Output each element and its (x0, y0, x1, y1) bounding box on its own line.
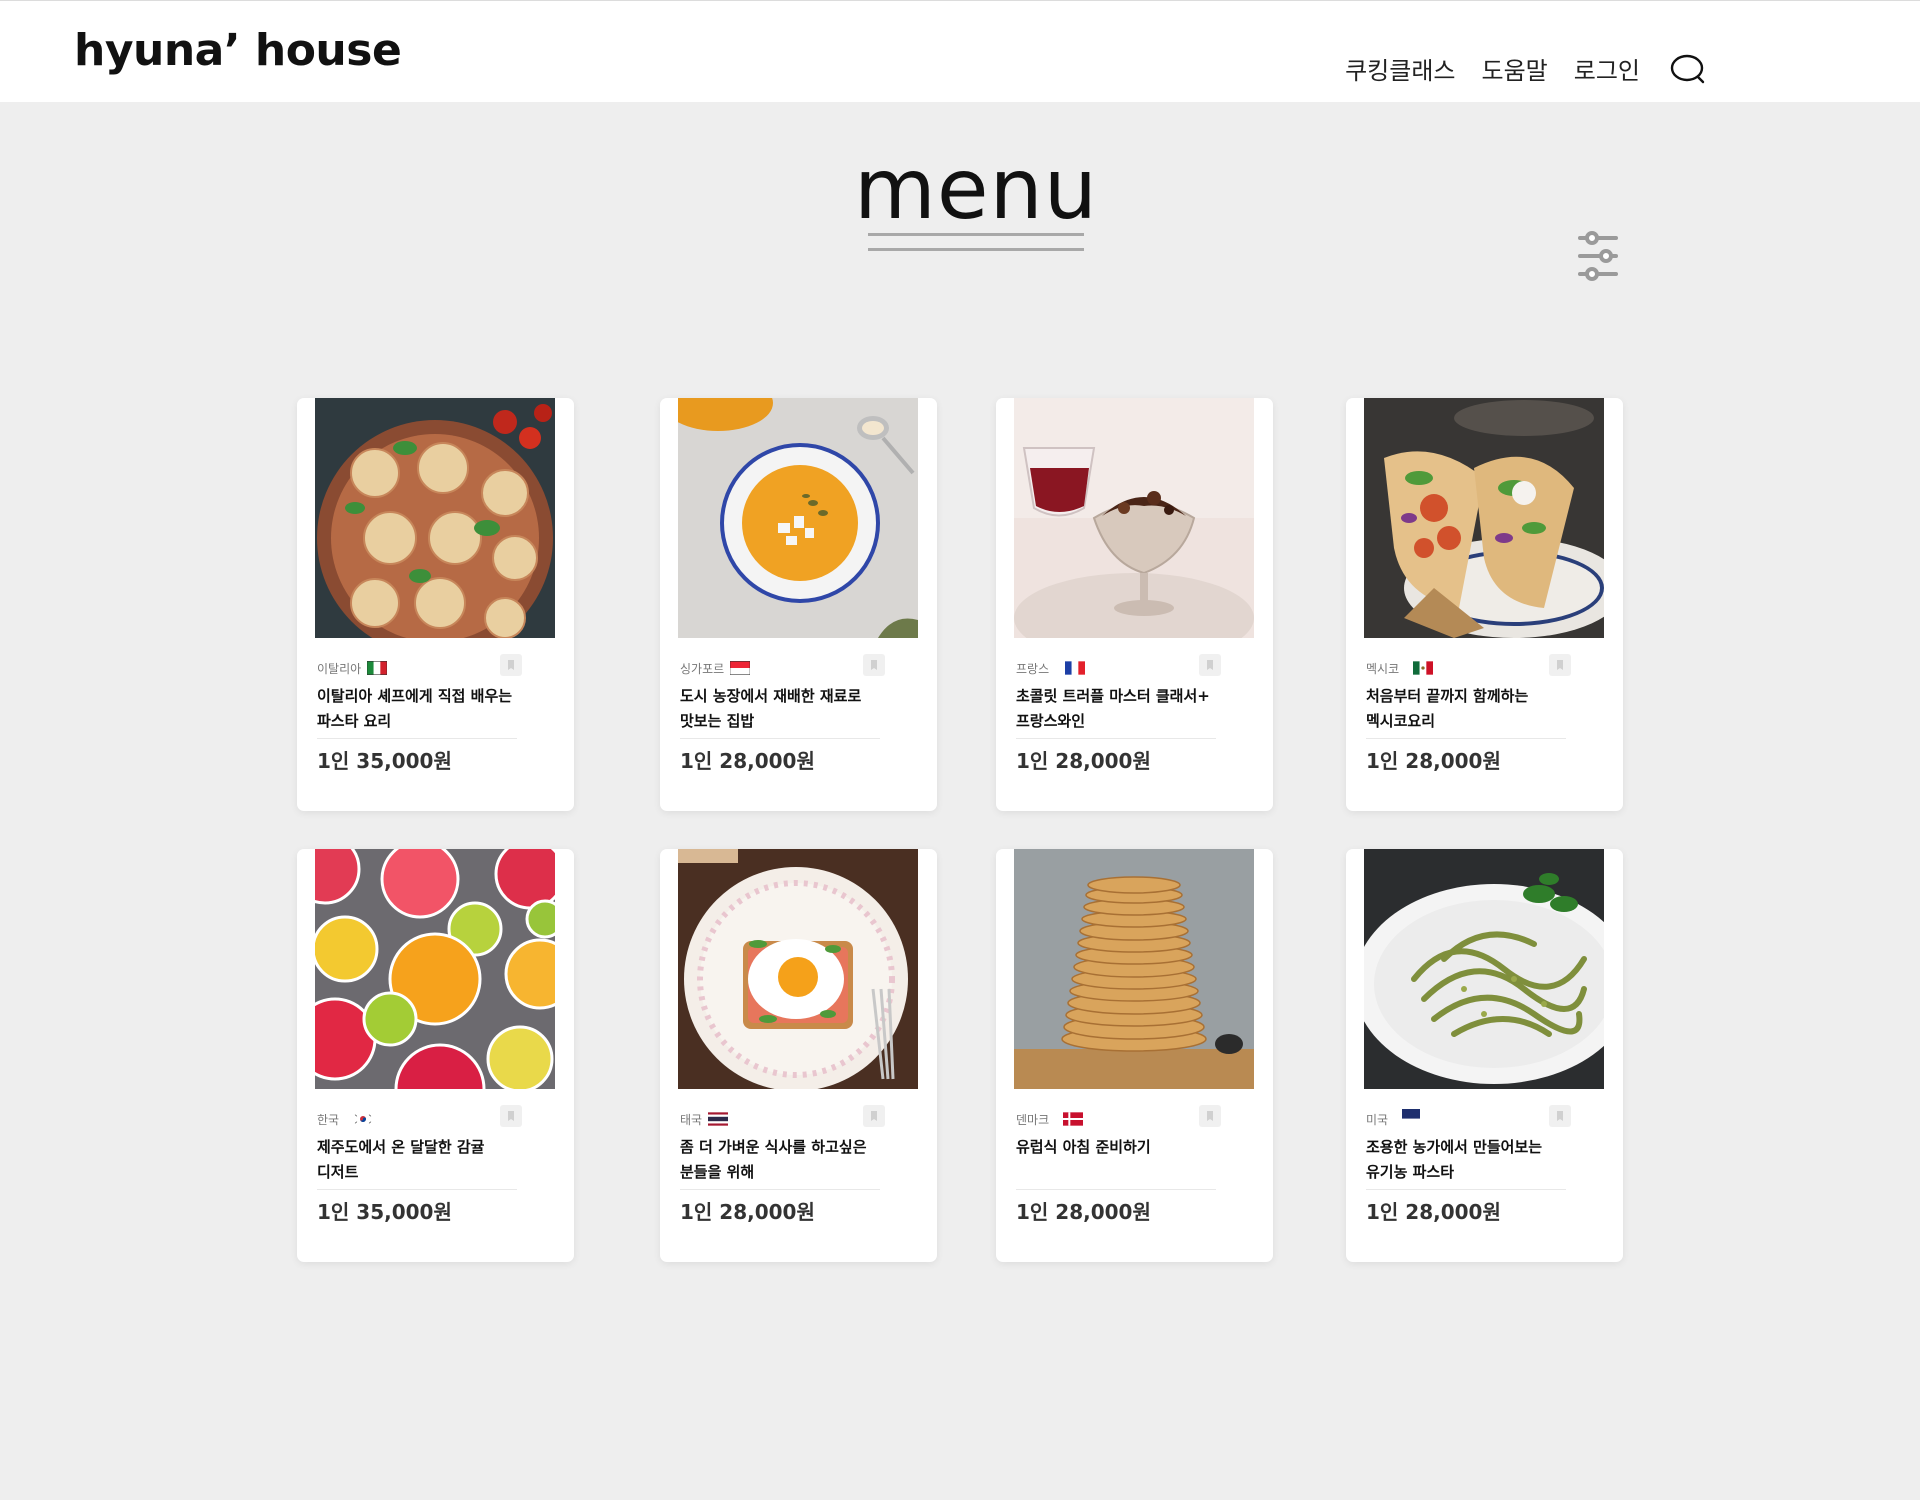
menu-card[interactable]: 프랑스 초콜릿 트러플 마스터 클래서+ 프랑스와인 1인 28,000원 (996, 398, 1273, 811)
card-meta: 한국 (317, 1107, 527, 1131)
card-divider (680, 738, 880, 739)
menu-card[interactable]: 이탈리아 이탈리아 셰프에게 직접 배우는 파스타 요리 1인 35,000원 (297, 398, 574, 811)
menu-card[interactable]: 덴마크 유럽식 아침 준비하기 1인 28,000원 (996, 849, 1273, 1262)
card-price: 1인 28,000원 (1016, 1200, 1151, 1224)
mexico-flag (1413, 661, 1434, 675)
menu-card[interactable]: 한국 제주도에서 온 달달한 감귤 디저트 1인 35,000원 (297, 849, 574, 1262)
menu-card[interactable]: 미국 조용한 농가에서 만들어보는 유기농 파스타 1인 28,000원 (1346, 849, 1623, 1262)
pesto-pasta-photo (1364, 849, 1604, 1089)
card-price: 1인 35,000원 (317, 1200, 452, 1224)
card-divider (1016, 1189, 1216, 1190)
menu-grid: 이탈리아 이탈리아 셰프에게 직접 배우는 파스타 요리 1인 35,000원 … (297, 398, 1624, 1262)
bookmark-icon[interactable] (500, 654, 522, 676)
nav-help[interactable]: 도움말 (1482, 51, 1548, 86)
bookmark-icon[interactable] (1199, 1105, 1221, 1127)
card-title: 처음부터 끝까지 함께하는 멕시코요리 (1366, 687, 1529, 730)
bookmark-icon[interactable] (1199, 654, 1221, 676)
country-label: 싱가포르 (680, 661, 725, 676)
search-icon[interactable] (1670, 52, 1706, 86)
menu-card[interactable]: 싱가포르 도시 농장에서 재배한 재료로 맛보는 집밥 1인 28,000원 (660, 398, 937, 811)
country-label: 멕시코 (1366, 661, 1400, 676)
card-price: 1인 35,000원 (317, 749, 452, 773)
card-meta: 태국 (680, 1107, 890, 1131)
card-title: 도시 농장에서 재배한 재료로 맛보는 집밥 (680, 687, 862, 730)
card-title: 이탈리아 셰프에게 직접 배우는 파스타 요리 (317, 687, 513, 730)
card-title: 초콜릿 트러플 마스터 클래서+ 프랑스와인 (1016, 687, 1210, 730)
country-label: 한국 (317, 1112, 340, 1127)
pumpkin-soup-photo (678, 398, 918, 638)
card-divider (1366, 738, 1566, 739)
egg-toast-photo (678, 849, 918, 1089)
singapore-flag (730, 661, 751, 675)
country-label: 태국 (680, 1112, 703, 1127)
tacos-photo (1364, 398, 1604, 638)
card-title: 제주도에서 온 달달한 감귤 디저트 (317, 1138, 485, 1181)
page-title: menu (854, 140, 1098, 238)
country-label: 덴마크 (1016, 1112, 1050, 1127)
card-price: 1인 28,000원 (1016, 749, 1151, 773)
bookmark-icon[interactable] (1549, 1105, 1571, 1127)
card-title: 조용한 농가에서 만들어보는 유기농 파스타 (1366, 1138, 1543, 1181)
card-divider (1016, 738, 1216, 739)
pancake-stack-photo (1014, 849, 1254, 1089)
korea-flag (353, 1112, 374, 1126)
bookmark-icon[interactable] (500, 1105, 522, 1127)
card-divider (680, 1189, 880, 1190)
country-label: 이탈리아 (317, 661, 362, 676)
bookmark-icon[interactable] (863, 1105, 885, 1127)
card-meta: 싱가포르 (680, 656, 890, 680)
menu-card[interactable]: 멕시코 처음부터 끝까지 함께하는 멕시코요리 1인 28,000원 (1346, 398, 1623, 811)
bookmark-icon[interactable] (863, 654, 885, 676)
site-logo[interactable]: hyuna’ house (74, 25, 402, 76)
site-header: hyuna’ house 쿠킹클래스 도움말 로그인 (0, 0, 1920, 102)
chocolate-dessert-photo (1014, 398, 1254, 638)
card-price: 1인 28,000원 (680, 1200, 815, 1224)
card-title: 좀 더 가벼운 식사를 하고싶은 분들을 위해 (680, 1138, 867, 1181)
bookmark-icon[interactable] (1549, 654, 1571, 676)
card-meta: 덴마크 (1016, 1107, 1226, 1131)
card-meta: 멕시코 (1366, 656, 1576, 680)
card-divider (1366, 1189, 1566, 1190)
denmark-flag (1063, 1112, 1084, 1126)
main-nav: 쿠킹클래스 도움말 로그인 (1319, 51, 1706, 86)
france-flag (1065, 661, 1086, 675)
nav-cooking-class[interactable]: 쿠킹클래스 (1345, 51, 1455, 86)
card-price: 1인 28,000원 (680, 749, 815, 773)
usa-flag (1402, 1109, 1421, 1121)
country-label: 프랑스 (1016, 661, 1050, 676)
card-meta: 미국 (1366, 1107, 1576, 1131)
nav-login[interactable]: 로그인 (1574, 51, 1640, 86)
citrus-slices-photo (315, 849, 555, 1089)
pasta-nests-photo (315, 398, 555, 638)
card-price: 1인 28,000원 (1366, 749, 1501, 773)
thailand-flag (708, 1112, 729, 1126)
card-price: 1인 28,000원 (1366, 1200, 1501, 1224)
menu-card[interactable]: 태국 좀 더 가벼운 식사를 하고싶은 분들을 위해 1인 28,000원 (660, 849, 937, 1262)
italy-flag (367, 661, 388, 675)
card-divider (317, 738, 517, 739)
sliders-icon[interactable] (1576, 230, 1620, 282)
card-meta: 이탈리아 (317, 656, 527, 680)
country-label: 미국 (1366, 1112, 1389, 1127)
title-underline (868, 233, 1084, 253)
card-divider (317, 1189, 517, 1190)
card-title: 유럽식 아침 준비하기 (1016, 1138, 1151, 1156)
card-meta: 프랑스 (1016, 656, 1226, 680)
